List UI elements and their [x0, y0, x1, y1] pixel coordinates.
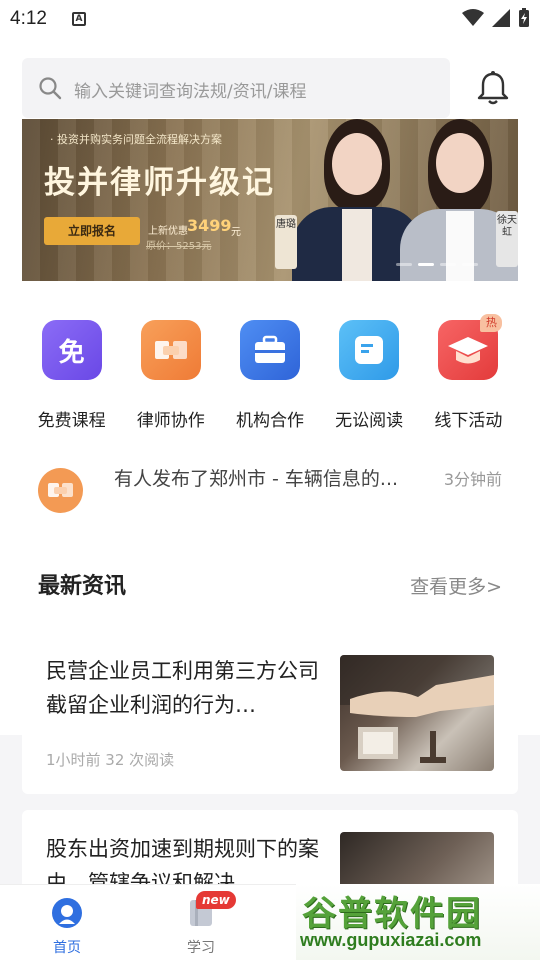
banner-pagination — [396, 263, 478, 266]
news-section-title: 最新资讯 — [38, 574, 127, 599]
briefcase-icon — [239, 320, 300, 380]
tab-label: 首页 — [53, 940, 81, 956]
pagination-dot-active — [418, 263, 434, 266]
bell-icon[interactable] — [476, 70, 510, 106]
quick-action-lawyer-collab[interactable]: 律师协作 — [121, 320, 220, 431]
pagination-dot — [396, 263, 412, 266]
quick-actions: 免 免费课程 律师协作 机构合作 无讼阅读 热 线下活动 — [22, 314, 518, 431]
pagination-dot — [462, 263, 478, 266]
sim-icon: A — [72, 12, 86, 26]
notice-text: 有人发布了郑州市 - 车辆信息的... — [114, 468, 399, 490]
new-badge: new — [196, 891, 236, 909]
quick-action-offline-events[interactable]: 热 线下活动 — [419, 314, 518, 431]
quick-action-label: 机构合作 — [235, 411, 304, 431]
banner-price: 3499 — [187, 216, 232, 235]
quick-action-label: 无讼阅读 — [335, 411, 404, 431]
news-thumbnail — [340, 655, 494, 771]
handshake-icon — [140, 320, 201, 380]
news-section-header: 最新资讯 查看更多> — [38, 568, 502, 602]
status-icons — [462, 8, 530, 28]
news-title: 民营企业员工利用第三方公司截留企业利润的行为… — [46, 659, 319, 717]
tab-home[interactable]: 首页 — [32, 897, 102, 957]
watermark-name: 谷普软件园 — [302, 894, 482, 934]
quick-action-label: 线下活动 — [434, 411, 503, 431]
tab-label: 学习 — [187, 940, 215, 956]
status-time: 4:12 — [10, 8, 47, 29]
search-placeholder: 输入关键词查询法规/资讯/课程 — [74, 82, 307, 102]
status-bar: 4:12 A — [0, 0, 540, 40]
search-input[interactable]: 输入关键词查询法规/资讯/课程 — [22, 58, 450, 118]
banner-subtitle: · 投资并购实务问题全流程解决方案 — [50, 133, 222, 146]
search-icon — [39, 77, 62, 100]
reading-icon — [339, 320, 400, 380]
home-icon — [52, 898, 82, 928]
view-more-link[interactable]: 查看更多> — [410, 572, 502, 599]
activity-notice[interactable]: 有人发布了郑州市 - 车辆信息的... 3分钟前 — [22, 460, 518, 513]
speaker-name-tag-1: 唐璐 — [275, 215, 297, 269]
quick-action-institution[interactable]: 机构合作 — [220, 320, 319, 431]
hot-badge: 热 — [480, 314, 503, 332]
speaker-name-tag-2: 徐天虹 — [496, 211, 518, 267]
notice-time: 3分钟前 — [443, 470, 502, 489]
free-course-icon: 免 — [41, 320, 102, 380]
quick-action-free-course[interactable]: 免 免费课程 — [22, 320, 121, 431]
handshake-avatar-icon — [38, 468, 83, 513]
banner-title: 投并律师升级记 — [44, 165, 275, 201]
banner-signup-button[interactable]: 立即报名 — [44, 217, 140, 245]
banner-price-label: 上新优惠 — [148, 226, 188, 237]
wifi-icon — [462, 9, 484, 26]
battery-icon — [519, 8, 529, 27]
banner-original-price: 原价：5253元 — [146, 241, 212, 252]
watermark: 谷普软件园 www.gupuxiazai.com — [296, 884, 540, 960]
promo-banner[interactable]: · 投资并购实务问题全流程解决方案 投并律师升级记 立即报名 上新优惠 3499… — [22, 119, 518, 281]
quick-action-label: 律师协作 — [136, 411, 205, 431]
graduation-cap-icon: 热 — [438, 314, 503, 380]
news-meta: 1小时前 32 次阅读 — [46, 751, 175, 769]
banner-price-unit: 元 — [231, 227, 241, 238]
quick-action-label: 免费课程 — [37, 411, 106, 431]
news-card[interactable]: 民营企业员工利用第三方公司截留企业利润的行为… 1小时前 32 次阅读 — [22, 630, 518, 794]
watermark-url: www.gupuxiazai.com — [300, 930, 482, 950]
signal-icon — [492, 9, 510, 27]
search-row: 输入关键词查询法规/资讯/课程 — [0, 58, 540, 118]
pagination-dot — [440, 263, 456, 266]
quick-action-reading[interactable]: 无讼阅读 — [320, 320, 419, 431]
